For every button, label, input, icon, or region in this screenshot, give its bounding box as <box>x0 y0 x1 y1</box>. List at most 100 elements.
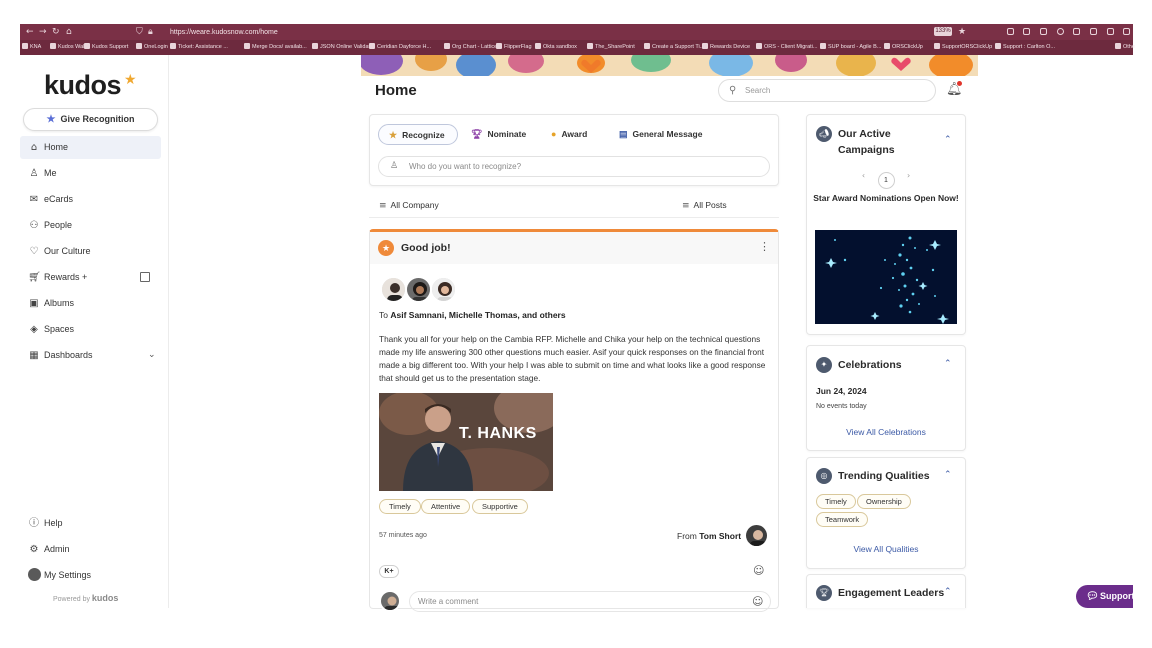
home-browser-icon[interactable]: ⌂ <box>66 27 72 37</box>
tab-nominate[interactable]: 🏆︎ Nominate <box>471 124 526 145</box>
bookmark-item[interactable]: KNA <box>22 43 41 52</box>
bookmark-item[interactable]: ORSClickUp <box>884 43 923 52</box>
extension-icon[interactable] <box>1090 28 1097 35</box>
tab-general-message[interactable]: ▤ General Message <box>619 124 702 145</box>
bookmark-item[interactable]: The_SharePoint <box>587 43 635 52</box>
back-icon[interactable]: ← <box>26 27 34 37</box>
target-icon: ◎ <box>816 468 832 484</box>
more-options-icon[interactable]: ⋮ <box>759 240 770 253</box>
bookmark-item[interactable]: ORS - Client Migrati... <box>756 43 817 52</box>
author-avatar[interactable] <box>744 523 769 548</box>
kplus-button[interactable]: K+ <box>379 565 399 578</box>
author-name[interactable]: Tom Short <box>699 531 741 541</box>
quality-tag[interactable]: Timely <box>816 494 856 509</box>
recognize-input[interactable]: ♙ Who do you want to recognize? <box>378 156 770 177</box>
bookmark-icon <box>244 43 250 49</box>
sidebar-item-people[interactable]: ⚇ People <box>20 214 161 237</box>
sidebar-item-rewards[interactable]: 🛒︎ Rewards + <box>20 266 161 289</box>
sidebar-item-spaces[interactable]: ◈ Spaces <box>20 318 161 341</box>
pocket-icon[interactable] <box>1007 28 1014 35</box>
bookmark-item[interactable]: Ticket: Assistance ... <box>170 43 228 52</box>
quality-tag[interactable]: Supportive <box>472 499 528 514</box>
bookmark-item[interactable]: Othe <box>1115 43 1135 52</box>
sidebar-item-label: Rewards + <box>44 272 88 282</box>
sidebar-item-our-culture[interactable]: ♡ Our Culture <box>20 240 161 263</box>
bookmark-item[interactable]: SUP board - Agile B... <box>820 43 881 52</box>
quality-tag[interactable]: Timely <box>379 499 421 514</box>
reload-icon[interactable]: ↻ <box>52 27 60 37</box>
bookmark-item[interactable]: Support : Carlton O... <box>995 43 1055 52</box>
address-bar[interactable]: https://weare.kudosnow.com/home <box>170 27 950 38</box>
give-recognition-button[interactable]: ★ Give Recognition <box>23 108 158 131</box>
search-input[interactable]: ⚲ Search <box>718 79 936 102</box>
bookmark-item[interactable]: Kudos Support <box>84 43 128 52</box>
bookmark-item[interactable]: Okta sandbox <box>535 43 577 52</box>
quality-tag[interactable]: Attentive <box>421 499 471 514</box>
bookmark-item[interactable]: Ceridian Dayforce H... <box>369 43 431 52</box>
chevron-up-icon[interactable]: ⌃ <box>944 135 952 145</box>
sidebar-item-home[interactable]: ⌂ Home <box>20 136 161 159</box>
sidebar-item-me[interactable]: ♙ Me <box>20 162 161 185</box>
quality-tag[interactable]: Ownership <box>857 494 911 509</box>
view-all-qualities-link[interactable]: View All Qualities <box>807 544 965 554</box>
chevron-right-icon[interactable]: › <box>907 171 910 180</box>
external-link-icon[interactable] <box>140 272 150 282</box>
avatar[interactable] <box>405 276 432 303</box>
company-filter[interactable]: ≡ All Company <box>379 199 439 212</box>
bookmark-star-icon[interactable]: ★ <box>958 27 966 37</box>
user-icon: ♙ <box>390 161 399 171</box>
avatar[interactable] <box>380 276 407 303</box>
bookmark-item[interactable]: Org Chart - Lattice <box>444 43 497 52</box>
page-number[interactable]: 1 <box>877 172 895 189</box>
shield-icon[interactable]: ⛉ <box>136 27 143 37</box>
cart-icon: 🛒︎ <box>28 272 41 283</box>
chevron-up-icon[interactable]: ⌃ <box>944 470 952 480</box>
post-gif-image[interactable]: T. HANKS <box>379 393 553 491</box>
sidebar: kudos ★ ★ Give Recognition ⌂ Home ♙ Me ✉ eCa… <box>20 55 169 608</box>
bookmark-item[interactable]: SupportORSClickUp <box>934 43 992 52</box>
bookmark-icon <box>136 43 142 49</box>
view-all-celebrations-link[interactable]: View All Celebrations <box>807 427 965 437</box>
bookmark-item[interactable]: FlipperFlag <box>496 43 532 52</box>
forward-icon[interactable]: → <box>39 27 47 37</box>
emoji-reaction-icon[interactable]: ☺ <box>753 564 764 577</box>
sidebar-item-admin[interactable]: ⚙ Admin <box>20 538 161 561</box>
sidebar-item-my-settings[interactable]: My Settings <box>20 564 161 587</box>
campaign-image[interactable] <box>815 230 957 324</box>
emoji-icon[interactable]: ☺ <box>752 592 763 611</box>
library-icon[interactable] <box>1023 28 1030 35</box>
extension-icon[interactable] <box>1073 28 1080 35</box>
bookmark-item[interactable]: JSON Online Validat... <box>312 43 375 52</box>
support-button[interactable]: 💬︎ Support <box>1076 585 1133 608</box>
kudos-logo[interactable]: kudos <box>44 70 122 101</box>
menu-icon[interactable] <box>1123 28 1130 35</box>
bookmark-item[interactable]: OneLogin <box>136 43 168 52</box>
avatar[interactable] <box>430 276 457 303</box>
chevron-up-icon[interactable]: ⌃ <box>944 587 952 597</box>
sidebar-item-ecards[interactable]: ✉ eCards <box>20 188 161 211</box>
bookmark-icon <box>170 43 176 49</box>
posts-filter[interactable]: ≡ All Posts <box>682 199 727 212</box>
gear-icon: ⚙ <box>29 544 39 555</box>
tab-recognize[interactable]: ★ Recognize <box>378 124 458 145</box>
bookmark-item[interactable]: Rewards Device <box>702 43 750 52</box>
sidebar-item-dashboards[interactable]: ▦ Dashboards ⌄ <box>20 344 161 367</box>
campaign-name[interactable]: Star Award Nominations Open Now! <box>807 192 965 205</box>
chevron-up-icon[interactable]: ⌃ <box>944 359 952 369</box>
chevron-left-icon[interactable]: ‹ <box>862 171 865 180</box>
sidebar-icon[interactable] <box>1040 28 1047 35</box>
quality-tag[interactable]: Teamwork <box>816 512 869 527</box>
bookmark-item[interactable]: Create a Support Ti... <box>644 43 704 52</box>
extension-icon[interactable] <box>1107 28 1114 35</box>
tab-award[interactable]: ● Award <box>551 124 587 145</box>
bookmark-item[interactable]: Kudos Wall <box>50 43 86 52</box>
sidebar-item-help[interactable]: ⓘ Help <box>20 512 161 535</box>
bookmark-item[interactable]: Merge Docs/ availab... <box>244 43 307 52</box>
comment-input[interactable]: Write a comment ☺ <box>409 591 771 612</box>
sidebar-item-albums[interactable]: ▣ Albums <box>20 292 161 315</box>
account-icon[interactable] <box>1057 28 1064 35</box>
party-icon: ✦ <box>816 357 832 373</box>
zoom-level[interactable]: 133% <box>934 27 952 36</box>
recipients-names[interactable]: Asif Samnani, Michelle Thomas, and other… <box>390 310 565 320</box>
lock-icon[interactable]: 🔒︎ <box>148 27 153 37</box>
